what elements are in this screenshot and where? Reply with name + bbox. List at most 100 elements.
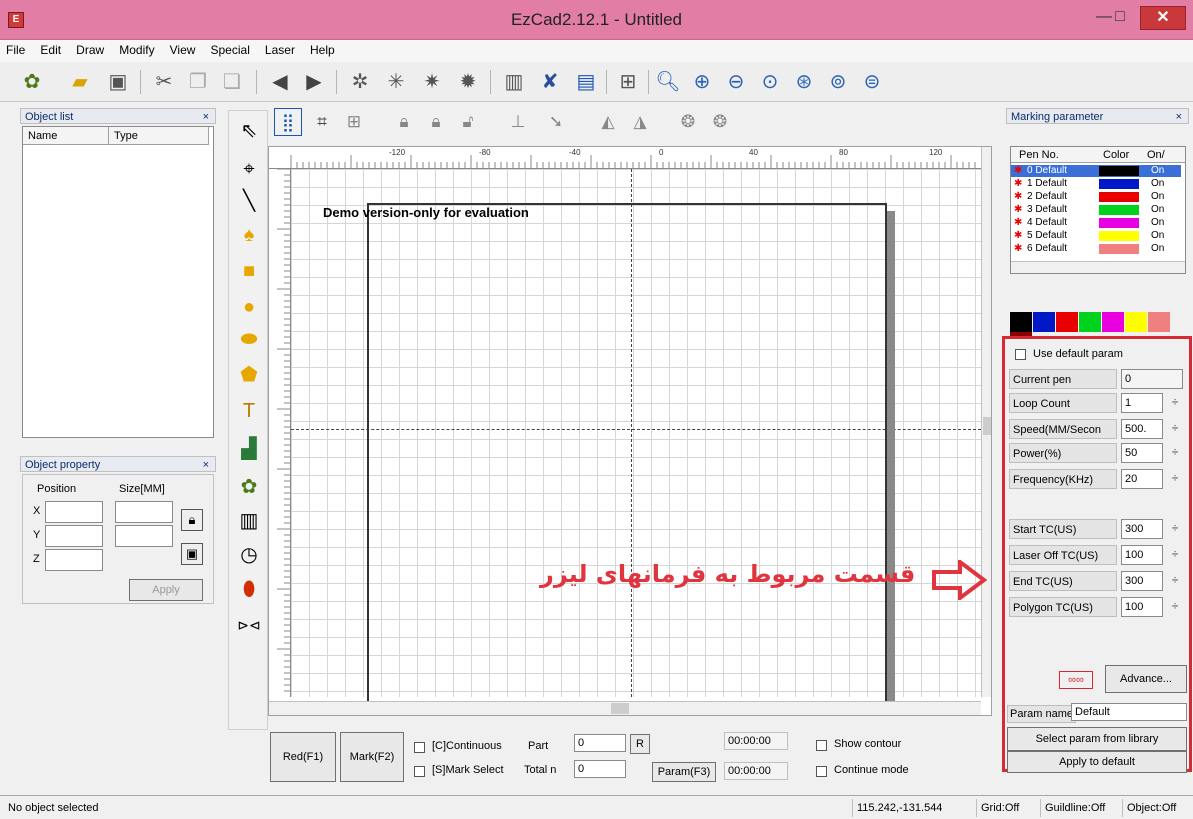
grid-icon[interactable]: ⊞ [614,68,642,96]
select-group-icon[interactable]: ✳ [382,68,410,96]
bitmap-icon[interactable]: ▟ [235,435,263,463]
input-port-icon[interactable]: ⬮ [235,575,263,603]
zoom-prev-icon[interactable]: ⊚ [824,68,852,96]
zoom-select-icon[interactable]: ⊜ [858,68,886,96]
total-field[interactable]: 0 [574,760,626,778]
timer-icon[interactable]: ◷ [235,541,263,569]
select-area-icon[interactable]: ⌗ [308,108,336,136]
output-port-icon[interactable]: ⊳⊲ [235,611,263,639]
ellipse-icon[interactable]: ⬬ [235,325,263,353]
anchor-grid-icon[interactable]: ▣ [181,543,203,565]
curve-icon[interactable]: ♠ [235,221,263,249]
pen-row[interactable]: ✱ 4 Default On [1011,217,1181,229]
guideline-status[interactable]: Guildline:Off [1040,799,1109,817]
pen-row[interactable]: ✱ 2 Default On [1011,191,1181,203]
on-off-header[interactable]: On/ [1147,149,1165,161]
pen-on-status[interactable]: On [1151,165,1164,177]
pen-on-status[interactable]: On [1151,204,1164,216]
vector-file-icon[interactable]: ✿ [235,473,263,501]
param-value-field[interactable]: 50 [1121,443,1163,463]
spin-button-icon[interactable]: ÷ [1167,545,1183,565]
horizontal-scroll-thumb[interactable] [611,703,629,714]
pen-on-status[interactable]: On [1151,230,1164,242]
hatch-icon[interactable]: ▥ [500,68,528,96]
spin-button-icon[interactable]: ÷ [1167,597,1183,617]
menu-file[interactable]: File [0,40,31,60]
size-y-field[interactable] [115,525,173,547]
param-value-field[interactable]: 300 [1121,571,1163,591]
cut-icon[interactable]: ✂ [150,68,178,96]
spin-button-icon[interactable]: ÷ [1167,443,1183,463]
horizontal-scrollbar[interactable] [269,701,981,715]
apply-to-default-button[interactable]: Apply to default [1007,751,1187,773]
circle-icon[interactable]: ● [235,293,263,321]
pen-table-hscrollbar[interactable] [1011,261,1185,273]
color-chip[interactable] [1010,312,1032,332]
pen-color-swatch[interactable] [1099,205,1139,215]
grid-status[interactable]: Grid:Off [976,799,1023,817]
object-status[interactable]: Object:Off [1122,799,1180,817]
unlock-all-icon[interactable]: 🔓︎ [454,108,482,136]
paste-icon[interactable]: ❏ [218,68,246,96]
group-select-icon[interactable]: ⊞ [340,108,368,136]
param-name-field[interactable]: Default [1071,703,1187,721]
pen-color-swatch[interactable] [1099,218,1139,228]
save-icon[interactable]: ▣ [104,68,132,96]
document-icon[interactable]: ▤ [572,68,600,96]
pen-row[interactable]: ✱ 3 Default On [1011,204,1181,216]
red-button[interactable]: Red(F1) [270,732,336,782]
continue-mode-checkbox[interactable] [816,766,827,777]
mirror-h-icon[interactable]: ◭ [594,108,622,136]
param-value-field[interactable]: 20 [1121,469,1163,489]
canvas-area[interactable]: -120 -80 -40 0 40 80 120 Demo version-only for… [268,146,992,716]
spin-button-icon[interactable]: ÷ [1167,571,1183,591]
pen-row[interactable]: ✱ 0 Default On [1011,165,1181,177]
color-chip[interactable] [1056,312,1078,332]
color-chip[interactable] [1148,312,1170,332]
color-header[interactable]: Color [1103,149,1129,161]
menu-laser[interactable]: Laser [259,40,301,60]
menu-help[interactable]: Help [304,40,341,60]
pen-color-strip[interactable] [1010,312,1192,352]
spin-button-icon[interactable]: ÷ [1167,393,1183,413]
zoom-fit-icon[interactable]: ⊙ [756,68,784,96]
spin-button-icon[interactable]: ÷ [1167,419,1183,439]
color-chip[interactable] [1033,312,1055,332]
column-header-type[interactable]: Type [109,127,209,145]
mirror-v-icon[interactable]: ◮ [626,108,654,136]
select-param-library-button[interactable]: Select param from library [1007,727,1187,751]
param-value-field[interactable]: 300 [1121,519,1163,539]
mark-select-checkbox[interactable] [414,766,425,777]
position-y-field[interactable] [45,525,103,547]
object-list-close-button[interactable]: × [203,109,209,125]
object-list-table[interactable]: Name Type [22,126,214,438]
param-value-field[interactable]: 100 [1121,597,1163,617]
show-contour-checkbox[interactable] [816,740,827,751]
copy-icon[interactable]: ❐ [184,68,212,96]
zoom-icon[interactable]: 🔍︎ [654,68,682,96]
align-icon[interactable]: ⊥ [504,108,532,136]
barcode-icon[interactable]: ▥ [235,507,263,535]
view-icon[interactable]: ❂ [674,108,702,136]
position-x-field[interactable] [45,501,103,523]
spin-button-icon[interactable]: ÷ [1167,519,1183,539]
pen-color-swatch[interactable] [1099,231,1139,241]
lock-icon[interactable]: 🔒︎ [181,509,203,531]
preview-icon[interactable]: ❂ [706,108,734,136]
uncombine-icon[interactable]: ✹ [454,68,482,96]
chain-icon[interactable]: ∞∞ [1059,671,1093,689]
menu-draw[interactable]: Draw [70,40,110,60]
zoom-all-icon[interactable]: ⊛ [790,68,818,96]
param-value-field[interactable]: 1 [1121,393,1163,413]
pen-on-status[interactable]: On [1151,178,1164,190]
vertical-scrollbar[interactable] [981,147,991,697]
param-value-field[interactable]: 100 [1121,545,1163,565]
work-grid[interactable]: Demo version-only for evaluation [291,169,981,708]
param-value-field[interactable]: 0 [1121,369,1183,389]
apply-button[interactable]: Apply [129,579,203,601]
marking-parameter-close-button[interactable]: × [1176,109,1182,125]
pen-row[interactable]: ✱ 1 Default On [1011,178,1181,190]
select-node-icon[interactable]: ✲ [346,68,374,96]
pen-row[interactable]: ✱ 6 Default On [1011,243,1181,255]
tools-icon[interactable]: ✘ [536,68,564,96]
